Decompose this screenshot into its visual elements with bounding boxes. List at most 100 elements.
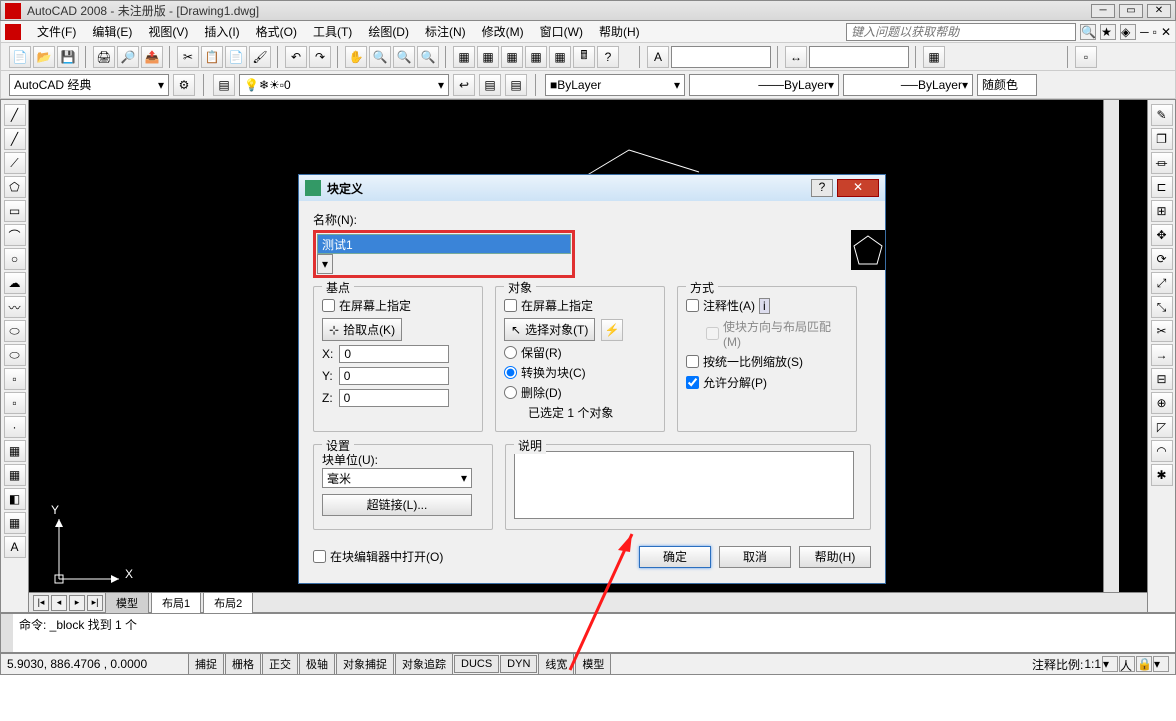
tray-icon[interactable]: ▾ [1153, 656, 1169, 672]
tab-model[interactable]: 模型 [105, 592, 149, 614]
pline-icon[interactable]: ⟋ [4, 152, 26, 174]
offset-icon[interactable]: ⊏ [1151, 176, 1173, 198]
annoscale-icon[interactable]: ▾ [1102, 656, 1118, 672]
explode-icon[interactable]: ✱ [1151, 464, 1173, 486]
lineweight-combo[interactable]: ── ByLayer ▾ [843, 74, 973, 96]
polygon-icon[interactable]: ⬠ [4, 176, 26, 198]
tab-layout2[interactable]: 布局2 [203, 592, 253, 614]
menu-tools[interactable]: 工具(T) [305, 21, 360, 42]
command-line[interactable]: 命令: _block 找到 1 个 [0, 613, 1176, 653]
layer-iso-icon[interactable]: ▤ [505, 74, 527, 96]
ducs-button[interactable]: DUCS [454, 655, 499, 673]
y-input[interactable] [339, 367, 449, 385]
annotative-checkbox[interactable] [686, 299, 699, 312]
ws-settings-icon[interactable]: ⚙ [173, 74, 195, 96]
close-button[interactable]: ✕ [1147, 4, 1171, 18]
doc-max-icon[interactable]: ▫ [1153, 25, 1157, 39]
fillet-icon[interactable]: ◠ [1151, 440, 1173, 462]
undo-icon[interactable]: ↶ [285, 46, 307, 68]
dc-icon[interactable]: ▦ [477, 46, 499, 68]
tab-layout1[interactable]: 布局1 [151, 592, 201, 614]
gradient-icon[interactable]: ▦ [4, 464, 26, 486]
obj-onscreen-checkbox[interactable] [504, 299, 517, 312]
color-combo[interactable]: ■ ByLayer▾ [545, 74, 685, 96]
description-textarea[interactable] [514, 451, 854, 519]
name-dropdown-icon[interactable]: ▾ [317, 254, 333, 274]
menu-dimension[interactable]: 标注(N) [417, 21, 474, 42]
otrack-button[interactable]: 对象追踪 [395, 653, 453, 675]
dimstyle-icon[interactable]: ↔ [785, 46, 807, 68]
delete-radio[interactable] [504, 386, 517, 399]
menu-window[interactable]: 窗口(W) [532, 21, 591, 42]
props-icon[interactable]: ▦ [453, 46, 475, 68]
erase-icon[interactable]: ✎ [1151, 104, 1173, 126]
menu-edit[interactable]: 编辑(E) [84, 21, 140, 42]
zoom-prev-icon[interactable]: 🔍 [417, 46, 439, 68]
point-icon[interactable]: · [4, 416, 26, 438]
cmd-handle[interactable] [1, 614, 13, 652]
join-icon[interactable]: ⊕ [1151, 392, 1173, 414]
dimstyle-combo[interactable] [809, 46, 909, 68]
save-icon[interactable]: 💾 [57, 46, 79, 68]
preview-icon[interactable]: 🔎 [117, 46, 139, 68]
pick-point-button[interactable]: ⊹拾取点(K) [322, 318, 402, 341]
markup-icon[interactable]: ▦ [549, 46, 571, 68]
menu-view[interactable]: 视图(V) [140, 21, 196, 42]
convert-radio[interactable] [504, 366, 517, 379]
z-input[interactable] [339, 389, 449, 407]
favorite-icon[interactable]: ★ [1100, 24, 1116, 40]
extend-icon[interactable]: → [1151, 344, 1173, 366]
menu-format[interactable]: 格式(O) [248, 21, 305, 42]
xline-icon[interactable]: ╱ [4, 128, 26, 150]
annovis-icon[interactable]: 人 [1119, 656, 1135, 672]
unit-combo[interactable]: 毫米▾ [322, 468, 472, 488]
publish-icon[interactable]: 📤 [141, 46, 163, 68]
revcloud-icon[interactable]: ☁ [4, 272, 26, 294]
doc-min-icon[interactable]: ─ [1140, 25, 1149, 39]
dialog-titlebar[interactable]: 块定义 ? ✕ [299, 175, 885, 201]
zoom-win-icon[interactable]: 🔍 [393, 46, 415, 68]
grid-button[interactable]: 栅格 [225, 653, 261, 675]
tab-next-icon[interactable]: ▸ [69, 595, 85, 611]
open-editor-checkbox[interactable] [313, 550, 326, 563]
explode-checkbox[interactable] [686, 376, 699, 389]
block-name-input[interactable] [317, 234, 571, 254]
scale-icon[interactable]: ⤢ [1151, 272, 1173, 294]
hyperlink-button[interactable]: 超链接(L)... [322, 494, 472, 516]
layer-state-icon[interactable]: ▤ [479, 74, 501, 96]
mtext-icon[interactable]: A [4, 536, 26, 558]
ssm-icon[interactable]: ▦ [525, 46, 547, 68]
ortho-button[interactable]: 正交 [262, 653, 298, 675]
block-icon[interactable]: ▫ [1075, 46, 1097, 68]
linetype-combo[interactable]: ─── ByLayer ▾ [689, 74, 839, 96]
menu-insert[interactable]: 插入(I) [196, 21, 247, 42]
layer-combo[interactable]: 💡❄☀▫ 0▾ [239, 74, 449, 96]
break-icon[interactable]: ⊟ [1151, 368, 1173, 390]
help-search-input[interactable] [846, 23, 1076, 41]
layer-prev-icon[interactable]: ↩ [453, 74, 475, 96]
menu-draw[interactable]: 绘图(D) [360, 21, 417, 42]
dialog-close-icon[interactable]: ✕ [837, 179, 879, 197]
minimize-button[interactable]: ─ [1091, 4, 1115, 18]
menu-file[interactable]: 文件(F) [29, 21, 84, 42]
snap-button[interactable]: 捕捉 [188, 653, 224, 675]
ellipse-icon[interactable]: ⬭ [4, 320, 26, 342]
trim-icon[interactable]: ✂ [1151, 320, 1173, 342]
workspace-combo[interactable]: AutoCAD 经典▾ [9, 74, 169, 96]
base-onscreen-checkbox[interactable] [322, 299, 335, 312]
vertical-scrollbar[interactable] [1103, 100, 1119, 592]
zoom-rt-icon[interactable]: 🔍 [369, 46, 391, 68]
polar-button[interactable]: 极轴 [299, 653, 335, 675]
circle-icon[interactable]: ○ [4, 248, 26, 270]
menu-modify[interactable]: 修改(M) [474, 21, 532, 42]
lock-icon[interactable]: 🔒 [1136, 656, 1152, 672]
doc-close-icon[interactable]: ✕ [1161, 25, 1171, 39]
tab-last-icon[interactable]: ▸| [87, 595, 103, 611]
new-icon[interactable]: 📄 [9, 46, 31, 68]
ok-button[interactable]: 确定 [639, 546, 711, 568]
tablestyle-icon[interactable]: ▦ [923, 46, 945, 68]
scale-value[interactable]: 1:1 [1084, 657, 1101, 671]
stretch-icon[interactable]: ⤡ [1151, 296, 1173, 318]
open-icon[interactable]: 📂 [33, 46, 55, 68]
cut-icon[interactable]: ✂ [177, 46, 199, 68]
